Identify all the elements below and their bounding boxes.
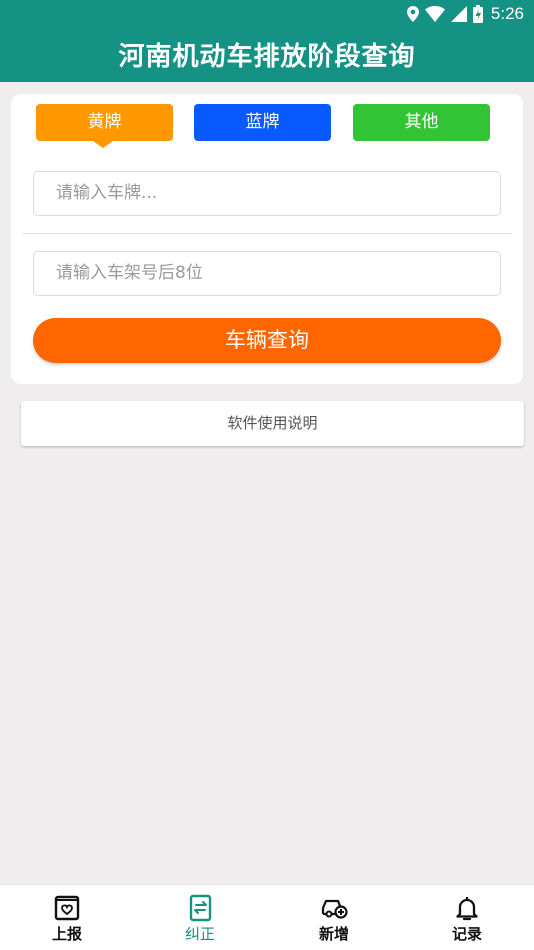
plate-type-yellow-button[interactable]: 黄牌 [36,104,173,141]
nav-item-correct[interactable]: 纠正 [133,885,267,950]
nav-item-report[interactable]: 上报 [0,885,134,950]
plate-type-other-button[interactable]: 其他 [353,104,490,141]
signal-icon [450,6,467,22]
query-card: 黄牌 蓝牌 其他 请输入车牌... 请输入车架号后8位 车辆查询 [11,94,523,384]
location-icon [406,6,419,22]
app-bar: 5:26 河南机动车排放阶段查询 [0,0,534,82]
nav-label-records: 记录 [451,925,482,943]
nav-label-correct: 纠正 [184,925,215,943]
page-title: 河南机动车排放阶段查询 [118,42,416,72]
vehicle-query-button[interactable]: 车辆查询 [33,318,501,363]
bell-icon [456,897,478,921]
bottom-navigation: 上报 纠正 新增 记录 [0,884,534,950]
vin-input[interactable]: 请输入车架号后8位 [33,251,501,296]
nav-label-add: 新增 [318,925,349,943]
battery-icon [472,5,483,23]
nav-item-records[interactable]: 记录 [400,885,534,950]
wifi-icon [424,6,445,22]
status-bar: 5:26 [0,0,534,28]
divider [22,233,512,234]
status-icons: 5:26 [406,2,524,26]
nav-item-add[interactable]: 新增 [267,885,401,950]
status-time: 5:26 [490,4,524,23]
selected-plate-indicator [93,141,113,148]
add-vehicle-icon [321,899,348,919]
plate-type-blue-button[interactable]: 蓝牌 [194,104,331,141]
plate-number-input[interactable]: 请输入车牌... [33,171,501,216]
help-instructions-button[interactable]: 软件使用说明 [21,401,524,446]
correct-icon [189,894,212,922]
nav-label-report: 上报 [51,925,82,943]
report-icon [54,895,80,921]
